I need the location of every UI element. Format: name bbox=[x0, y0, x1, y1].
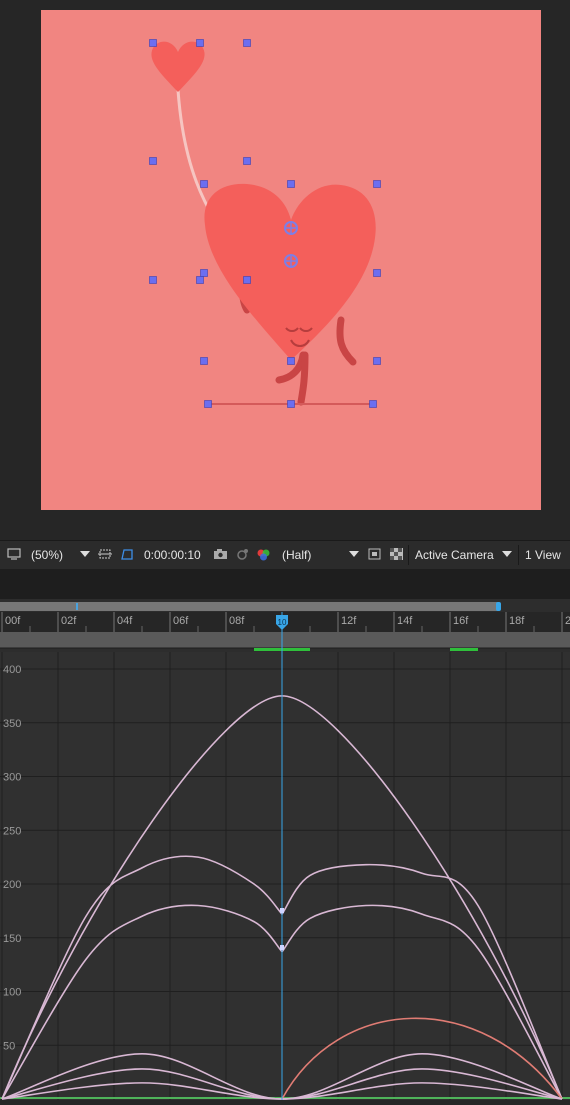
keyframe-track bbox=[0, 632, 570, 648]
chevron-down-icon[interactable] bbox=[349, 551, 359, 558]
transform-handle[interactable] bbox=[204, 400, 212, 408]
ruler-label: 08f bbox=[229, 615, 245, 627]
viewer-toolbar: (50%) 0:00:00:10 (Half) Active Camera 1 … bbox=[0, 540, 570, 570]
y-axis-label: 300 bbox=[3, 772, 21, 784]
composition-artwork bbox=[41, 10, 541, 510]
show-snapshot-icon[interactable] bbox=[235, 548, 250, 560]
keyframe-handle[interactable] bbox=[280, 908, 284, 913]
panel-divider bbox=[0, 569, 570, 599]
chevron-down-icon[interactable] bbox=[80, 551, 90, 558]
ruler-label: 06f bbox=[173, 615, 189, 627]
transform-handle[interactable] bbox=[149, 157, 157, 165]
y-axis-label: 200 bbox=[3, 879, 21, 891]
keyframe-handle[interactable] bbox=[280, 945, 284, 950]
y-axis-label: 50 bbox=[3, 1040, 15, 1052]
ruler-label: 04f bbox=[117, 615, 133, 627]
y-axis-label: 100 bbox=[3, 987, 21, 999]
transform-handle[interactable] bbox=[373, 180, 381, 188]
transform-handle[interactable] bbox=[196, 39, 204, 47]
y-axis-label: 150 bbox=[3, 933, 21, 945]
current-time[interactable]: 0:00:00:10 bbox=[144, 548, 201, 562]
composition-canvas[interactable] bbox=[41, 10, 541, 510]
work-area-bar bbox=[0, 602, 498, 611]
magnification-select[interactable]: (50%) bbox=[31, 548, 63, 562]
transform-handle[interactable] bbox=[373, 269, 381, 277]
ruler-label: 14f bbox=[397, 615, 413, 627]
y-axis-label: 400 bbox=[3, 664, 21, 676]
view-layout-label: 1 View bbox=[525, 548, 561, 562]
transform-handle[interactable] bbox=[369, 400, 377, 408]
ruler-label: 02f bbox=[61, 615, 77, 627]
transform-handle[interactable] bbox=[287, 180, 295, 188]
playhead-frame: 10 bbox=[278, 618, 287, 627]
graph-editor[interactable]: 00f 02f 04f 06f 08f 12f 14f 16f 18f 20f 400 350 300… bbox=[0, 599, 570, 1100]
keyframe-bar bbox=[450, 648, 478, 651]
camera-label: Active Camera bbox=[415, 548, 494, 562]
work-area-end-handle bbox=[496, 602, 501, 611]
fast-previews-icon[interactable] bbox=[368, 548, 381, 560]
transform-handle[interactable] bbox=[149, 39, 157, 47]
transform-handle[interactable] bbox=[200, 269, 208, 277]
transparency-grid-icon[interactable] bbox=[390, 548, 403, 560]
transform-handle[interactable] bbox=[243, 39, 251, 47]
transform-handle[interactable] bbox=[287, 357, 295, 365]
transform-handle[interactable] bbox=[200, 357, 208, 365]
transform-handle[interactable] bbox=[373, 357, 381, 365]
y-axis-label: 350 bbox=[3, 718, 21, 730]
region-of-interest-icon[interactable] bbox=[98, 548, 112, 560]
camera-snapshot-icon[interactable] bbox=[213, 548, 228, 560]
monitor-icon[interactable] bbox=[7, 548, 21, 560]
composition-viewer[interactable] bbox=[0, 0, 570, 540]
resolution-select[interactable]: (Half) bbox=[282, 548, 311, 562]
mask-toggle-icon[interactable] bbox=[120, 548, 134, 561]
transform-handle[interactable] bbox=[196, 276, 204, 284]
transform-handle[interactable] bbox=[149, 276, 157, 284]
transform-handle[interactable] bbox=[200, 180, 208, 188]
chevron-down-icon bbox=[502, 551, 512, 557]
camera-select[interactable]: Active Camera bbox=[408, 545, 517, 565]
graph-editor-canvas[interactable]: 00f 02f 04f 06f 08f 12f 14f 16f 18f 20f 400 350 300… bbox=[0, 599, 570, 1100]
ruler-label: 12f bbox=[341, 615, 357, 627]
ruler-label: 18f bbox=[509, 615, 525, 627]
view-layout-select[interactable]: 1 View bbox=[518, 545, 570, 565]
ruler-label: 16f bbox=[453, 615, 469, 627]
ruler-label: 20f bbox=[565, 615, 570, 627]
y-axis-label: 250 bbox=[3, 825, 21, 837]
transform-handle[interactable] bbox=[243, 276, 251, 284]
transform-handle[interactable] bbox=[243, 157, 251, 165]
color-channels-icon[interactable] bbox=[256, 548, 272, 562]
transform-handle[interactable] bbox=[287, 400, 295, 408]
ruler-label: 00f bbox=[5, 615, 21, 627]
